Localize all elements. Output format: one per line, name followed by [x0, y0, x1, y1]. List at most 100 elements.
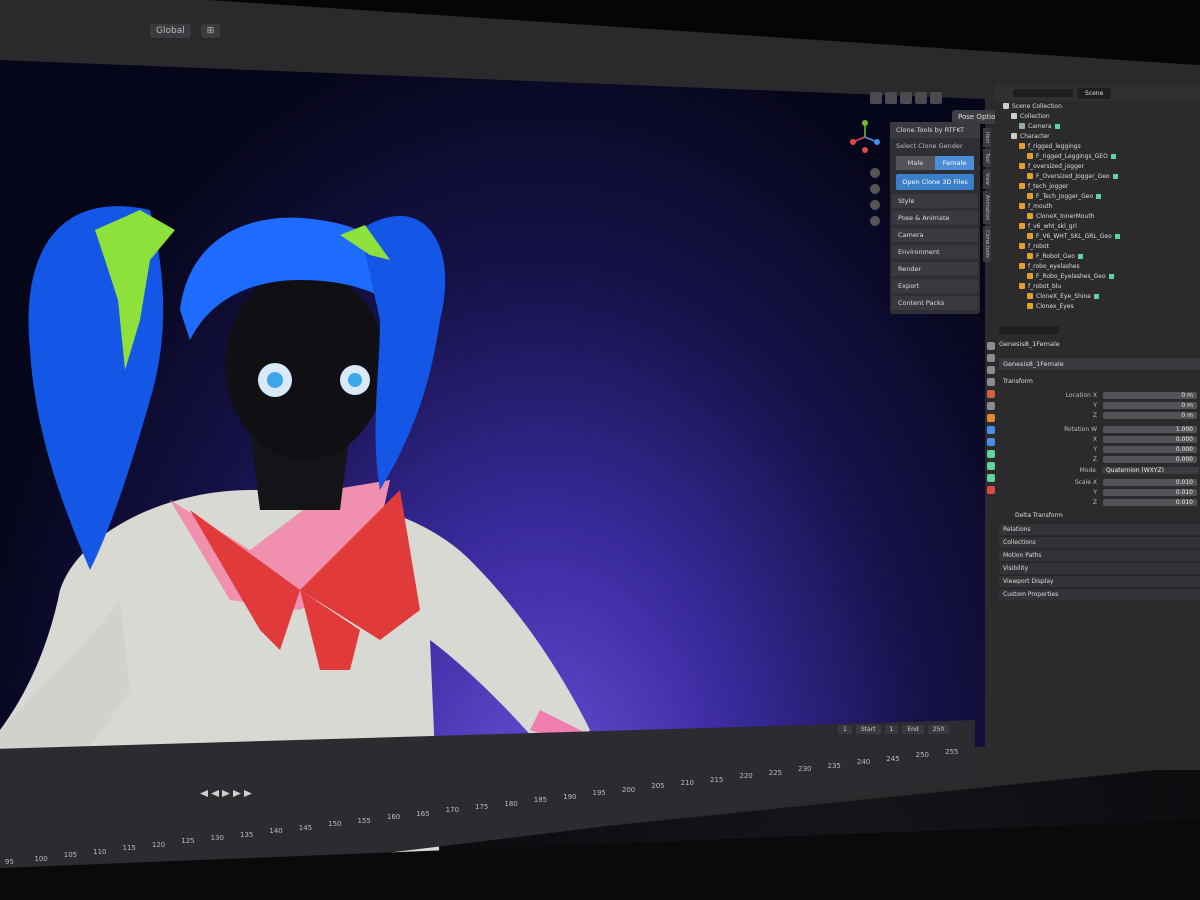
collections-panel[interactable]: Collections [999, 536, 1200, 548]
outliner-search-input[interactable] [1013, 89, 1073, 97]
outliner-row[interactable]: f_robo_eyelashes [995, 261, 1200, 271]
rotation-x-field[interactable]: 0.000 [1103, 436, 1197, 443]
view-layer-tab-icon[interactable] [987, 378, 995, 386]
tab-clone-tools[interactable]: Clone.tools [983, 226, 991, 263]
zoom-icon[interactable] [870, 168, 880, 178]
camera-view-icon[interactable] [870, 200, 880, 210]
section-render[interactable]: Render [892, 262, 978, 276]
viewport-display-panel[interactable]: Viewport Display [999, 575, 1200, 587]
custom-properties-panel[interactable]: Custom Properties [999, 588, 1200, 600]
end-frame-field[interactable]: 250 [927, 725, 950, 734]
scale-y-field[interactable]: 0.010 [1103, 489, 1197, 496]
delta-transform-header[interactable]: Delta Transform [999, 510, 1200, 521]
location-z-field[interactable]: 0 m [1103, 412, 1197, 419]
world-tab-icon[interactable] [987, 402, 995, 410]
current-frame-field[interactable]: 1 [838, 725, 852, 734]
data-tab-icon[interactable] [987, 474, 995, 482]
relations-panel[interactable]: Relations [999, 523, 1200, 535]
tab-view[interactable]: View [983, 169, 991, 189]
jump-end-icon[interactable] [244, 790, 252, 797]
scale-z-field[interactable]: 0.010 [1103, 499, 1197, 506]
frame-number: 140 [269, 827, 283, 836]
output-tab-icon[interactable] [987, 366, 995, 374]
tool-tab-icon[interactable] [987, 342, 995, 350]
outliner-row[interactable]: F_Robot_Geo [995, 251, 1200, 261]
rotation-y-field[interactable]: 0.000 [1103, 446, 1197, 453]
open-clone-files-button[interactable]: Open Clone 3D Files [896, 174, 974, 190]
scene-selector[interactable]: Scene [1077, 87, 1112, 99]
physics-tab-icon[interactable] [987, 450, 995, 458]
row-label: f_tech_jogger [1028, 182, 1069, 190]
motion-paths-panel[interactable]: Motion Paths [999, 549, 1200, 561]
female-button[interactable]: Female [935, 156, 974, 170]
outliner-row[interactable]: F_Robo_Eyelashes_Geo [995, 271, 1200, 281]
scene-tab-icon[interactable] [987, 390, 995, 398]
outliner-row[interactable]: Character [995, 131, 1200, 141]
grid-icon[interactable] [870, 216, 880, 226]
male-button[interactable]: Male [896, 156, 935, 170]
outliner-row[interactable]: f_rigged_leggings [995, 141, 1200, 151]
shading-rendered-icon[interactable] [930, 92, 942, 104]
frame-number: 240 [856, 758, 871, 767]
outliner-row[interactable]: Camera [995, 121, 1200, 131]
outliner-row[interactable]: f_robot [995, 241, 1200, 251]
section-pose-animate[interactable]: Pose & Animate [892, 211, 978, 225]
section-environment[interactable]: Environment [892, 245, 978, 259]
outliner-row[interactable]: F_rigged_Leggings_GEO [995, 151, 1200, 161]
outliner-row[interactable]: f_robot_blu [995, 281, 1200, 291]
mode-row: Mode Quaternion (WXYZ) [999, 466, 1199, 475]
tab-animation[interactable]: Animation [983, 190, 991, 225]
outliner-row[interactable]: Clonex_Eyes [995, 301, 1200, 311]
next-keyframe-icon[interactable] [233, 790, 241, 797]
render-tab-icon[interactable] [987, 354, 995, 362]
navigation-gizmo[interactable] [848, 120, 882, 154]
rotation-mode-dropdown[interactable]: Quaternion (WXYZ) [1101, 467, 1199, 474]
pan-hand-icon[interactable] [870, 184, 880, 194]
section-export[interactable]: Export [892, 279, 978, 293]
visibility-panel[interactable]: Visibility [999, 562, 1200, 574]
outliner-row[interactable]: F_Tech_Jogger_Geo [995, 191, 1200, 201]
modifier-tab-icon[interactable] [987, 426, 995, 434]
outliner-row[interactable]: F_Oversized_Jogger_Geo [995, 171, 1200, 181]
section-style[interactable]: Style [892, 194, 978, 208]
outliner-row[interactable]: f_oversized_jogger [995, 161, 1200, 171]
outliner-row[interactable]: CloneX_InnerMouth [995, 211, 1200, 221]
outliner-row[interactable]: f_tech_jogger [995, 181, 1200, 191]
object-tab-icon[interactable] [987, 414, 995, 422]
overlay-icon[interactable] [870, 92, 882, 104]
rotation-z-field[interactable]: 0.000 [1103, 456, 1197, 463]
outliner-row[interactable]: F_V6_WHT_SKL_GRL_Geo [995, 231, 1200, 241]
tab-item[interactable]: Item [983, 128, 991, 148]
properties-tabs [985, 338, 997, 498]
section-camera[interactable]: Camera [892, 228, 978, 242]
view-layer-dropdown[interactable]: Global [150, 24, 191, 38]
row-label: f_v6_wht_skl_grl [1028, 222, 1077, 230]
rotation-w-field[interactable]: 1.000 [1103, 426, 1197, 433]
rotation-x-row: X 0.000 [999, 435, 1199, 444]
tab-tool[interactable]: Tool [983, 149, 991, 168]
panel-title[interactable]: Clone.Tools by RTFKT [890, 122, 980, 138]
shading-solid-icon[interactable] [900, 92, 912, 104]
object-name-field[interactable]: Genesis8_1Female [999, 358, 1200, 370]
shading-material-icon[interactable] [915, 92, 927, 104]
location-y-field[interactable]: 0 m [1103, 402, 1197, 409]
outliner-row[interactable]: Scene Collection [995, 101, 1200, 111]
scale-x-field[interactable]: 0.010 [1103, 479, 1197, 486]
particles-tab-icon[interactable] [987, 438, 995, 446]
jump-start-icon[interactable] [200, 790, 208, 797]
properties-search-input[interactable] [999, 326, 1059, 334]
section-content-packs[interactable]: Content Packs [892, 296, 978, 310]
transform-header[interactable]: Transform [999, 376, 1200, 387]
outliner-row[interactable]: f_v6_wht_skl_grl [995, 221, 1200, 231]
location-x-field[interactable]: 0 m [1103, 392, 1197, 399]
start-frame-field[interactable]: 1 [884, 725, 899, 734]
play-icon[interactable] [222, 790, 230, 797]
outliner-row[interactable]: CloneX_Eye_Shine [995, 291, 1200, 301]
constraints-tab-icon[interactable] [987, 462, 995, 470]
snap-toggle[interactable]: ⊞ [200, 24, 221, 38]
material-tab-icon[interactable] [987, 486, 995, 494]
prev-keyframe-icon[interactable] [211, 790, 219, 797]
outliner-row[interactable]: f_mouth [995, 201, 1200, 211]
xray-icon[interactable] [885, 92, 897, 104]
outliner-row[interactable]: Collection [995, 111, 1200, 121]
